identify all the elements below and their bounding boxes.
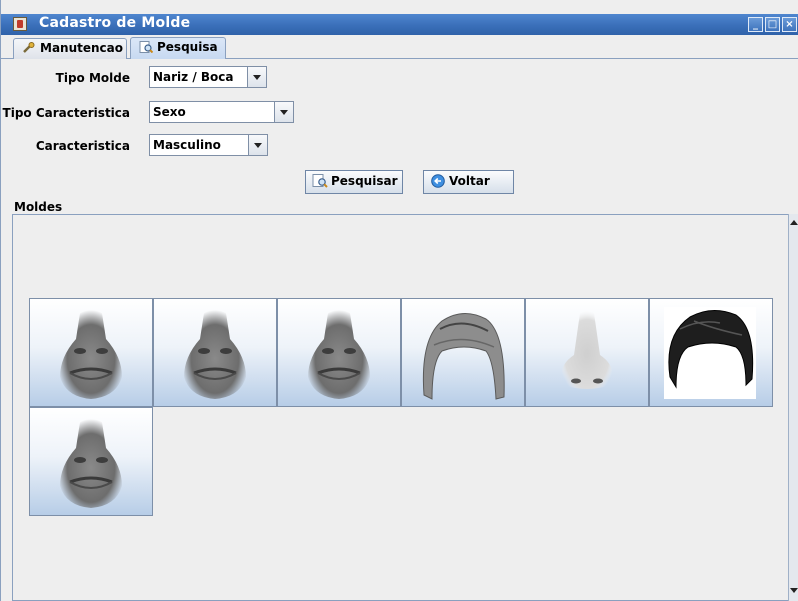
tab-manutencao[interactable]: Manutencao: [13, 38, 127, 59]
chevron-down-icon[interactable]: [247, 67, 266, 87]
mold-thumbnail[interactable]: [401, 298, 525, 407]
tipo-molde-value: Nariz / Boca: [153, 70, 234, 84]
minimize-icon[interactable]: _: [748, 17, 763, 32]
tipo-caracteristica-value: Sexo: [153, 105, 186, 119]
maximize-icon[interactable]: □: [765, 17, 780, 32]
mold-thumbnail[interactable]: [277, 298, 401, 407]
search-icon: [139, 41, 153, 53]
nose-mouth-image: [60, 419, 122, 508]
nose-mouth-image: [184, 310, 246, 399]
title-bar[interactable]: Cadastro de Molde _ □ ×: [1, 14, 798, 35]
java-app-icon: [13, 17, 27, 31]
moldes-panel: [12, 214, 788, 601]
hair-light-image: [422, 313, 505, 400]
moldes-label: Moldes: [14, 200, 63, 214]
tipo-molde-label: Tipo Molde: [55, 71, 130, 85]
nose-image: [561, 311, 613, 389]
tipo-caracteristica-label: Tipo Caracteristica: [2, 106, 130, 120]
voltar-button[interactable]: Voltar: [423, 170, 514, 194]
mold-thumbnail[interactable]: [29, 298, 153, 407]
tab-bar: Manutencao Pesquisa: [1, 35, 798, 59]
tipo-molde-select[interactable]: Nariz / Boca: [149, 66, 267, 88]
window-title: Cadastro de Molde: [39, 15, 191, 31]
nose-mouth-image: [308, 310, 370, 399]
caracteristica-value: Masculino: [153, 138, 221, 152]
caracteristica-select[interactable]: Masculino: [149, 134, 268, 156]
tab-pesquisa[interactable]: Pesquisa: [130, 37, 226, 59]
search-icon: [312, 174, 328, 188]
chevron-down-icon[interactable]: [274, 102, 293, 122]
scroll-up-icon[interactable]: [789, 216, 798, 228]
tab-label: Manutencao: [40, 41, 123, 55]
back-arrow-icon: [431, 174, 445, 188]
close-icon[interactable]: ×: [782, 17, 797, 32]
scroll-down-icon[interactable]: [789, 584, 798, 596]
wrench-icon: [23, 42, 35, 53]
app-window: Cadastro de Molde _ □ × Manutencao Pesqu…: [0, 0, 798, 601]
tipo-caracteristica-select[interactable]: Sexo: [149, 101, 294, 123]
mold-thumbnail[interactable]: [525, 298, 649, 407]
mold-thumbnail[interactable]: [649, 298, 773, 407]
tab-label: Pesquisa: [157, 40, 218, 54]
voltar-label: Voltar: [449, 174, 490, 188]
hair-dark-image: [664, 307, 756, 399]
vertical-scrollbar[interactable]: [788, 214, 798, 601]
nose-mouth-image: [60, 310, 122, 399]
pesquisar-label: Pesquisar: [331, 174, 398, 188]
chevron-down-icon[interactable]: [248, 135, 267, 155]
caracteristica-label: Caracteristica: [35, 139, 130, 153]
mold-thumbnail[interactable]: [29, 407, 153, 516]
mold-thumbnail[interactable]: [153, 298, 277, 407]
pesquisar-button[interactable]: Pesquisar: [305, 170, 403, 194]
